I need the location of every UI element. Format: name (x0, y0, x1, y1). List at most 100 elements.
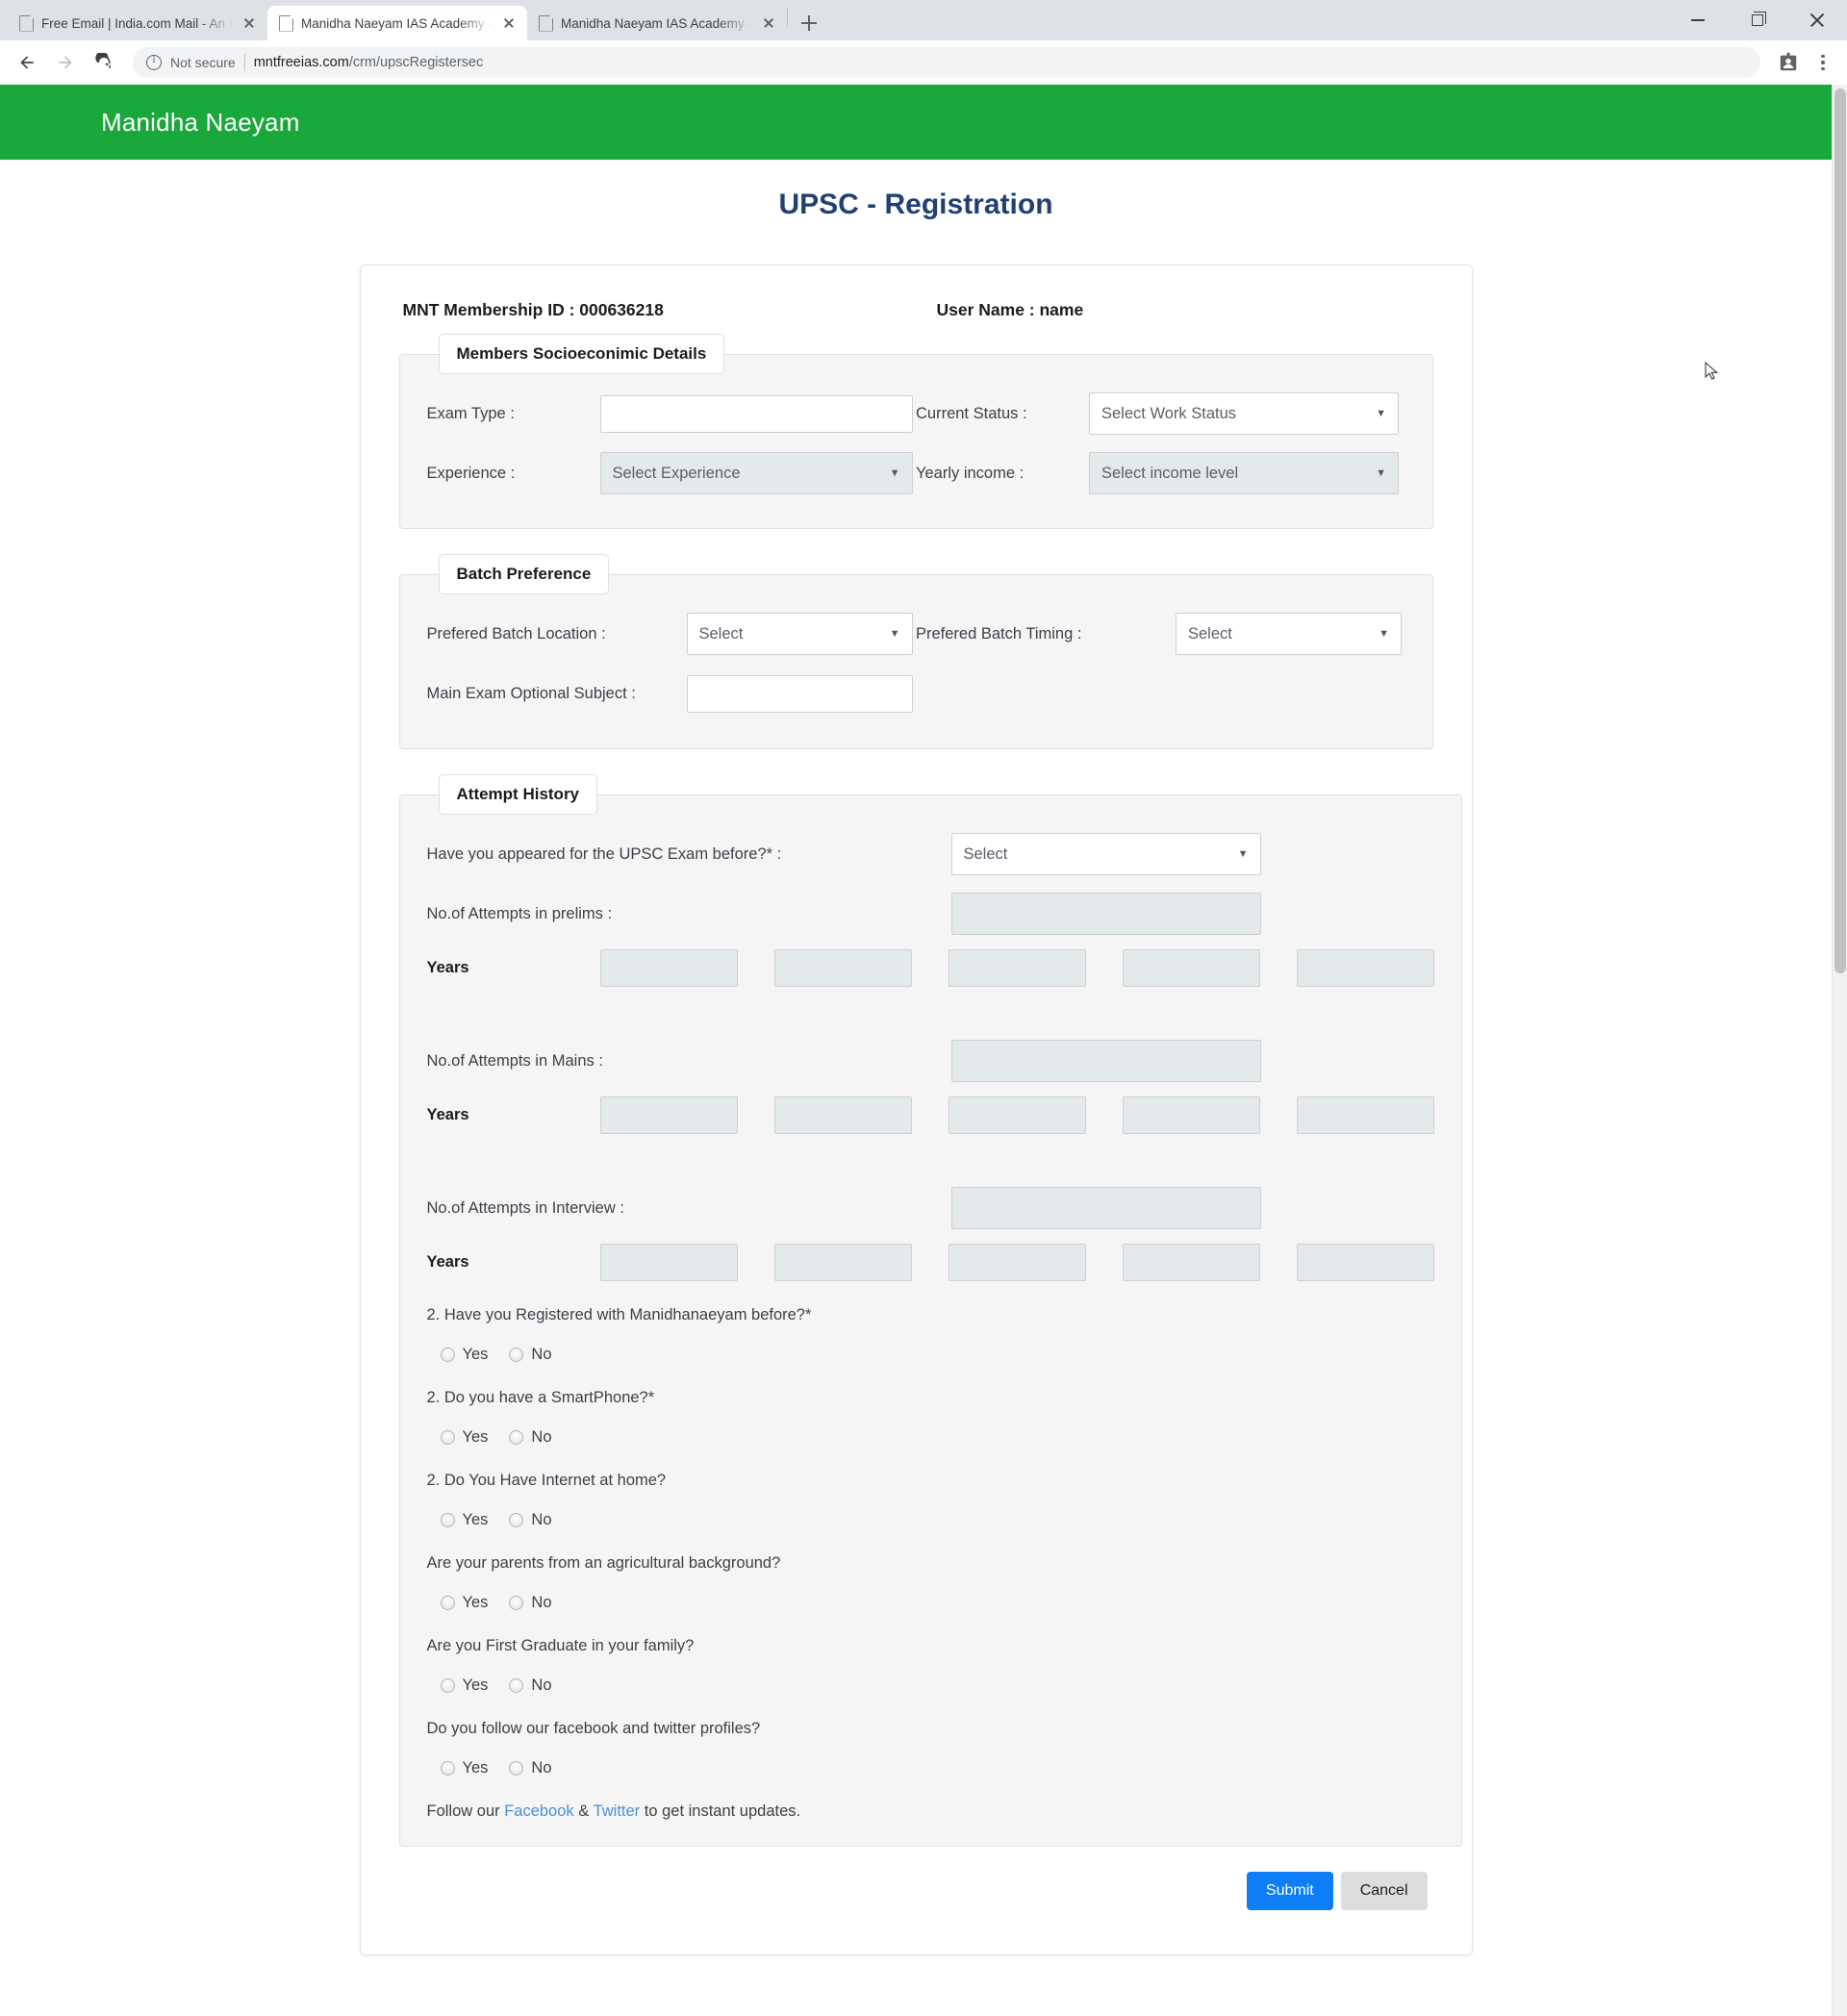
batch-location-select[interactable]: Select ▼ (686, 613, 913, 655)
browser-tab-1[interactable]: Free Email | India.com Mail - An E (8, 6, 267, 40)
experience-select[interactable]: Select Experience ▼ (599, 452, 913, 494)
prelims-year-input-1[interactable] (599, 949, 738, 987)
radio-yes[interactable] (440, 1761, 455, 1776)
browser-tab-3[interactable]: Manidha Naeyam IAS Academy - (527, 6, 787, 40)
page-favicon-icon (279, 15, 293, 32)
field-current-status: Current Status : Select Work Status ▼ (916, 384, 1405, 443)
mains-year-input-2[interactable] (773, 1096, 912, 1134)
close-tab-icon[interactable] (500, 14, 518, 32)
batch-location-select-value: Select (698, 624, 744, 643)
url-path: /crm/upscRegistersec (348, 55, 484, 70)
appeared-before-label: Have you appeared for the UPSC Exam befo… (426, 844, 782, 863)
interview-year-input-3[interactable] (948, 1244, 1086, 1281)
field-appeared-before: Have you appeared for the UPSC Exam befo… (427, 824, 1434, 884)
minimize-window-button[interactable] (1668, 0, 1728, 40)
interview-year-input-5[interactable] (1296, 1244, 1434, 1281)
browser-menu-button[interactable] (1809, 46, 1837, 79)
tab-strip: Free Email | India.com Mail - An E Manid… (0, 0, 1847, 40)
batch-timing-select[interactable]: Select ▼ (1176, 613, 1402, 655)
page-favicon-icon (19, 15, 34, 32)
chevron-down-icon: ▼ (1376, 467, 1386, 479)
interview-year-input-4[interactable] (1122, 1244, 1260, 1281)
back-arrow-icon (20, 56, 34, 69)
browser-tab-2[interactable]: Manidha Naeyam IAS Academy - (267, 6, 527, 40)
radio-no-label: No (531, 1594, 552, 1611)
radio-yes-label: Yes (462, 1594, 489, 1611)
radio-yes[interactable] (440, 1513, 455, 1527)
exam-type-label: Exam Type : (426, 404, 515, 422)
question-text: 2. Do You Have Internet at home? (426, 1472, 667, 1489)
radio-yes[interactable] (440, 1430, 455, 1445)
mains-year-input-5[interactable] (1296, 1096, 1434, 1134)
attempts-mains-input[interactable] (950, 1040, 1261, 1082)
membership-id: MNT Membership ID : 000636218 (402, 300, 664, 319)
interview-year-input-1[interactable] (599, 1244, 738, 1281)
prelims-year-input-5[interactable] (1296, 949, 1434, 987)
exam-type-input[interactable] (599, 394, 913, 433)
close-tab-icon[interactable] (760, 14, 777, 32)
prelims-years-label: Years (426, 959, 469, 976)
chevron-down-icon: ▼ (889, 628, 900, 640)
radio-no[interactable] (509, 1761, 524, 1776)
attempts-interview-input[interactable] (950, 1187, 1261, 1229)
info-circle-icon[interactable] (146, 54, 162, 70)
close-tab-icon[interactable] (240, 14, 258, 32)
menu-dot (1821, 61, 1825, 64)
mains-year-input-3[interactable] (948, 1096, 1086, 1134)
mains-year-input-4[interactable] (1122, 1096, 1260, 1134)
close-window-button[interactable] (1787, 0, 1847, 40)
interview-year-input-2[interactable] (773, 1244, 912, 1281)
field-attempts-prelims: No.of Attempts in prelims : (427, 884, 1434, 944)
cancel-button[interactable]: Cancel (1340, 1872, 1428, 1910)
browser-window: Free Email | India.com Mail - An E Manid… (0, 0, 1847, 2016)
radio-no[interactable] (509, 1430, 524, 1445)
forward-button[interactable] (48, 45, 83, 80)
yearly-income-select[interactable]: Select income level ▼ (1089, 452, 1399, 494)
prelims-years-row: Years (427, 949, 1434, 987)
chevron-down-icon: ▼ (889, 467, 900, 479)
page-viewport: Manidha Naeyam UPSC - Registration MNT M… (0, 85, 1847, 2016)
submit-button[interactable]: Submit (1246, 1872, 1333, 1910)
radio-group: Yes No (427, 1594, 1434, 1612)
prelims-year-input-3[interactable] (948, 949, 1086, 987)
radio-no[interactable] (509, 1348, 524, 1362)
twitter-link[interactable]: Twitter (594, 1802, 641, 1820)
socioeconomic-right-column: Current Status : Select Work Status ▼ Ye… (916, 384, 1405, 503)
reload-button[interactable] (87, 45, 121, 80)
radio-no[interactable] (509, 1513, 524, 1527)
url-host: mntfreeias.com (253, 55, 349, 70)
mains-year-input-1[interactable] (599, 1096, 738, 1134)
prelims-year-input-2[interactable] (773, 949, 912, 987)
appeared-before-select[interactable]: Select ▼ (950, 833, 1261, 875)
new-tab-button[interactable] (796, 10, 822, 37)
chevron-down-icon: ▼ (1379, 628, 1389, 640)
radio-yes[interactable] (440, 1348, 455, 1362)
facebook-link[interactable]: Facebook (504, 1802, 573, 1820)
page-favicon-icon (539, 15, 553, 32)
maximize-icon (1752, 12, 1766, 26)
back-button[interactable] (10, 45, 44, 80)
attempts-prelims-input[interactable] (950, 893, 1261, 935)
current-status-select[interactable]: Select Work Status ▼ (1089, 392, 1399, 435)
profile-card-icon (1780, 52, 1797, 71)
radio-no-label: No (531, 1346, 552, 1363)
radio-yes[interactable] (440, 1596, 455, 1610)
radio-yes[interactable] (440, 1678, 455, 1693)
follow-suffix: to get instant updates. (640, 1802, 801, 1820)
optional-subject-input[interactable] (686, 674, 913, 713)
radio-no[interactable] (509, 1596, 524, 1610)
radio-group: Yes No (427, 1428, 1434, 1447)
prelims-year-input-4[interactable] (1122, 949, 1260, 987)
profile-avatar-button[interactable] (1772, 46, 1805, 79)
radio-no[interactable] (509, 1678, 524, 1693)
field-experience: Experience : Select Experience ▼ (427, 443, 917, 503)
maximize-window-button[interactable] (1728, 0, 1787, 40)
scrollbar-thumb[interactable] (1834, 88, 1846, 973)
window-controls (1668, 0, 1847, 40)
batch-left-column: Prefered Batch Location : Select ▼ Main … (427, 604, 917, 723)
batch-right-column: Prefered Batch Timing : Select ▼ (916, 604, 1405, 723)
address-bar[interactable]: Not secure mntfreeias.com/crm/upscRegist… (133, 47, 1760, 78)
page-scrollbar[interactable] (1832, 85, 1847, 2016)
batch-right-spacer (916, 664, 1405, 723)
user-name: User Name : name (936, 300, 1084, 319)
